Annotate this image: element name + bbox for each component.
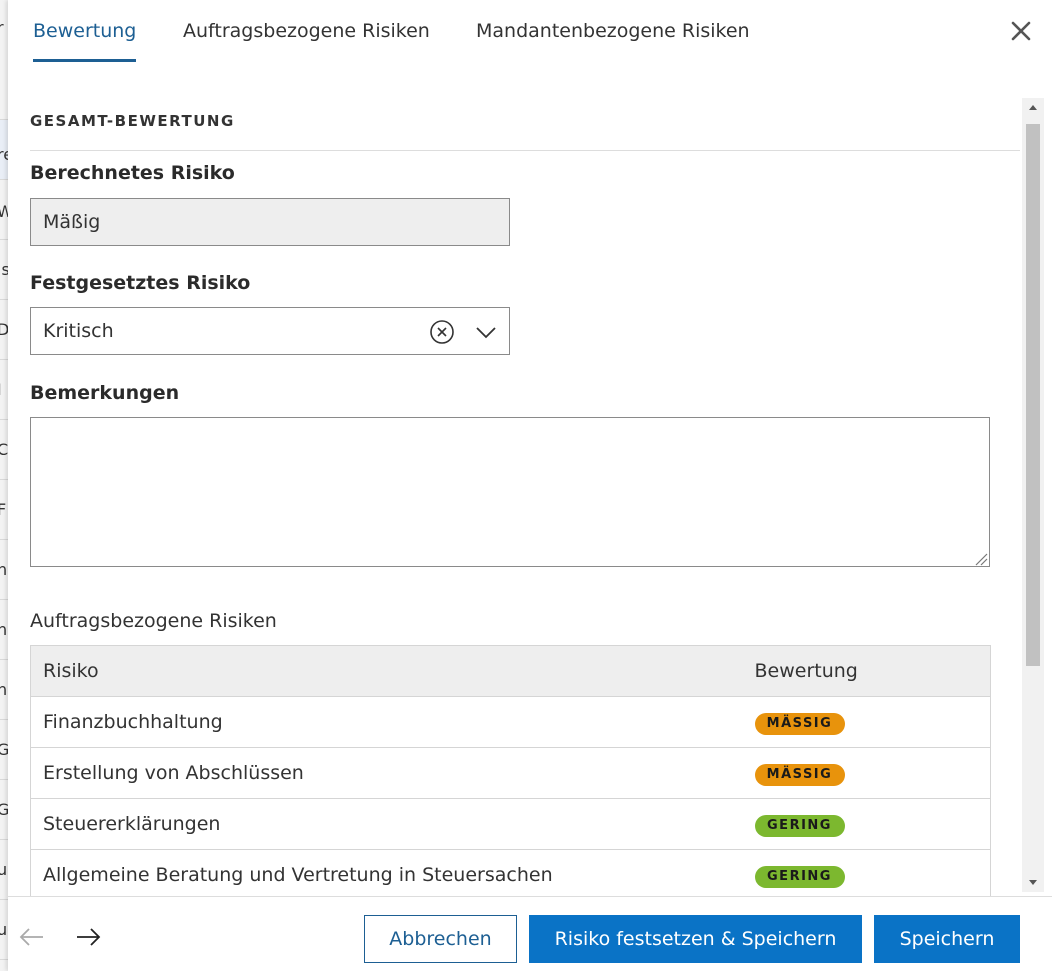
- chevron-down-icon[interactable]: [475, 321, 497, 343]
- tab-auftragsbezogene-risiken[interactable]: Auftragsbezogene Risiken: [183, 0, 430, 62]
- tab-mandantenbezogene-risiken[interactable]: Mandantenbezogene Risiken: [476, 0, 750, 62]
- background-text: D: [0, 320, 8, 339]
- scroll-down-arrow-icon[interactable]: [1022, 874, 1044, 892]
- background-text: ls: [0, 260, 8, 279]
- background-text: n: [0, 560, 8, 579]
- column-header-risk[interactable]: Risiko: [30, 645, 743, 697]
- close-icon[interactable]: [1008, 18, 1034, 44]
- scrollbar-thumb[interactable]: [1026, 124, 1040, 666]
- column-header-rating[interactable]: Bewertung: [742, 645, 991, 697]
- background-text: I: [0, 380, 2, 399]
- tab-bewertung[interactable]: Bewertung: [33, 0, 137, 62]
- background-text: W: [0, 202, 8, 221]
- calculated-risk-field: Mäßig: [30, 198, 510, 246]
- job-risks-heading: Auftragsbezogene Risiken: [30, 610, 277, 632]
- background-text: re: [0, 145, 8, 164]
- background-text: r: [0, 18, 4, 37]
- table-row[interactable]: Erstellung von Abschlüssen MÄSSIG: [30, 747, 991, 799]
- calculated-risk-label: Berechnetes Risiko: [30, 162, 235, 184]
- rating-cell: MÄSSIG: [742, 696, 991, 748]
- table-row[interactable]: Finanzbuchhaltung MÄSSIG: [30, 696, 991, 748]
- rating-badge: GERING: [754, 814, 845, 837]
- remarks-label: Bemerkungen: [30, 382, 180, 404]
- background-text: n: [0, 680, 8, 699]
- section-divider: [30, 150, 1020, 151]
- assigned-risk-select[interactable]: Kritisch: [30, 307, 510, 355]
- arrow-right-icon[interactable]: [74, 923, 102, 951]
- background-text: F: [0, 500, 7, 519]
- background-text: u: [0, 860, 8, 879]
- resize-grip-icon[interactable]: [974, 551, 988, 566]
- tab-bar: Bewertung Auftragsbezogene Risiken Manda…: [8, 0, 1052, 64]
- rating-badge: MÄSSIG: [754, 763, 845, 786]
- table-row[interactable]: Steuererklärungen GERING: [30, 798, 991, 850]
- background-text: G: [0, 740, 8, 759]
- table-header-row: Risiko Bewertung: [30, 645, 991, 697]
- background-text: G: [0, 800, 8, 819]
- assign-risk-and-save-button[interactable]: Risiko festsetzen & Speichern: [529, 915, 862, 963]
- risk-name: Finanzbuchhaltung: [30, 696, 743, 748]
- risk-name: Erstellung von Abschlüssen: [30, 747, 743, 799]
- background-page-strip: r re W ls D I C F n n n G G u u: [0, 0, 8, 971]
- rating-cell: GERING: [742, 849, 991, 896]
- panel-footer: Abbrechen Risiko festsetzen & Speichern …: [8, 896, 1052, 971]
- save-button[interactable]: Speichern: [874, 915, 1020, 963]
- clear-circle-icon[interactable]: [429, 319, 455, 345]
- cancel-button[interactable]: Abbrechen: [364, 915, 517, 963]
- background-text: u: [0, 920, 8, 939]
- vertical-scrollbar[interactable]: [1022, 98, 1044, 892]
- section-title: GESAMT-BEWERTUNG: [30, 112, 235, 130]
- risk-name: Steuererklärungen: [30, 798, 743, 850]
- background-row: [0, 60, 8, 120]
- rating-cell: GERING: [742, 798, 991, 850]
- table-row[interactable]: Allgemeine Beratung und Vertretung in St…: [30, 849, 991, 896]
- rating-cell: MÄSSIG: [742, 747, 991, 799]
- risk-name: Allgemeine Beratung und Vertretung in St…: [30, 849, 743, 896]
- background-text: n: [0, 620, 8, 639]
- rating-badge: GERING: [754, 865, 845, 888]
- rating-badge: MÄSSIG: [754, 712, 845, 735]
- remarks-textarea[interactable]: [30, 417, 990, 567]
- background-text: C: [0, 440, 8, 459]
- scroll-content: GESAMT-BEWERTUNG Berechnetes Risiko Mäßi…: [8, 98, 1052, 896]
- scroll-up-arrow-icon[interactable]: [1022, 98, 1044, 116]
- risk-assessment-panel: Bewertung Auftragsbezogene Risiken Manda…: [8, 0, 1052, 971]
- arrow-left-icon[interactable]: [18, 923, 46, 951]
- assigned-risk-value: Kritisch: [43, 320, 114, 342]
- assigned-risk-label: Festgesetztes Risiko: [30, 272, 251, 294]
- job-risks-table: Risiko Bewertung Finanzbuchhaltung MÄSSI…: [30, 645, 991, 896]
